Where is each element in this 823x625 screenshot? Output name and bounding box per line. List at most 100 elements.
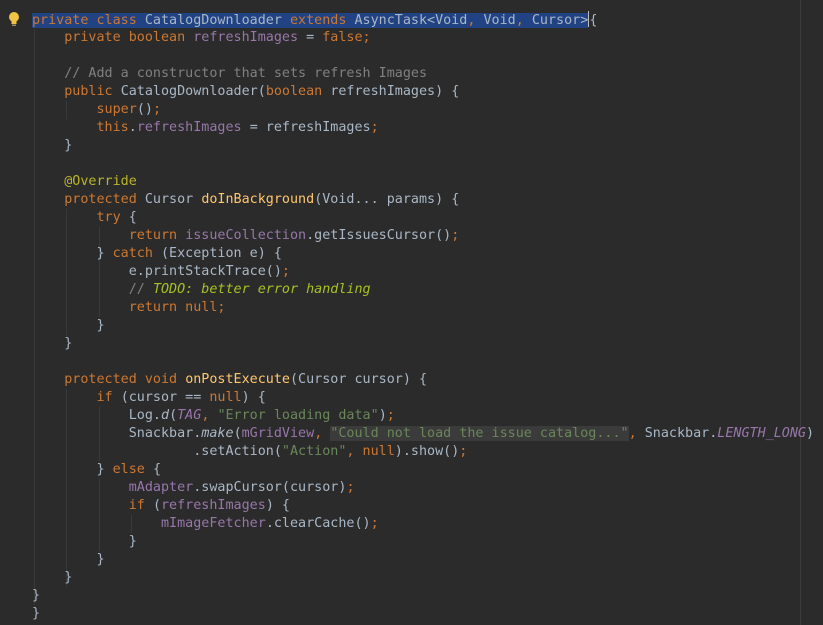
code-token: ,: [314, 426, 331, 441]
code-token: ;: [451, 228, 460, 243]
code-line[interactable]: @Override: [32, 173, 137, 191]
code-token: Void: [483, 13, 516, 28]
code-token: e.printStackTrace(): [32, 264, 282, 279]
code-token: issueCollection: [185, 228, 307, 243]
editor-gutter: [0, 0, 28, 625]
code-token: "Error loading data": [217, 408, 379, 423]
code-token: protected void: [64, 372, 186, 387]
code-token: //: [128, 282, 153, 297]
code-token: refreshImages: [193, 30, 307, 45]
code-line[interactable]: super();: [32, 101, 162, 119]
code-token: ): [378, 408, 387, 423]
code-token: (cursor ==: [120, 390, 210, 405]
code-token: ;: [281, 264, 290, 279]
code-line[interactable]: if (refreshImages) {: [32, 497, 290, 515]
code-line[interactable]: }: [32, 335, 72, 353]
code-token: {: [589, 13, 598, 28]
code-token: }: [32, 588, 41, 603]
code-token: .getIssuesCursor(): [306, 228, 452, 243]
code-line[interactable]: .setAction("Action", null).show();: [32, 443, 467, 461]
code-editor[interactable]: private class CatalogDownloader extends …: [0, 0, 823, 625]
code-token: try: [96, 210, 129, 225]
code-token: ,: [628, 426, 645, 441]
code-line[interactable]: }: [32, 551, 104, 569]
code-token: Cursor: [144, 192, 202, 207]
code-line[interactable]: Log.d(TAG, "Error loading data");: [32, 407, 395, 425]
code-line[interactable]: protected Cursor doInBackground(Void... …: [32, 191, 459, 209]
code-token: null: [362, 444, 395, 459]
code-token: }: [32, 606, 41, 621]
code-token: mAdapter: [128, 480, 194, 495]
code-line[interactable]: } else {: [32, 461, 161, 479]
code-token: =: [306, 30, 323, 45]
code-token: doInBackground: [201, 192, 315, 207]
code-token: else: [112, 462, 153, 477]
code-line[interactable]: Snackbar.make(mGridView, "Could not load…: [32, 425, 814, 443]
code-line[interactable]: e.printStackTrace();: [32, 263, 290, 281]
code-token: mGridView: [241, 426, 315, 441]
code-line[interactable]: }: [32, 569, 72, 587]
code-token: null: [209, 390, 242, 405]
code-token: public: [64, 84, 121, 99]
code-line[interactable]: private boolean refreshImages = false;: [32, 29, 370, 47]
code-line[interactable]: mImageFetcher.clearCache();: [32, 515, 379, 533]
lightbulb-icon[interactable]: [7, 11, 21, 27]
code-token: (: [152, 498, 161, 513]
code-token: {: [128, 210, 137, 225]
code-token: ;: [386, 408, 395, 423]
code-token: d: [161, 408, 170, 423]
code-line[interactable]: return issueCollection.getIssuesCursor()…: [32, 227, 460, 245]
code-line[interactable]: this.refreshImages = refreshImages;: [32, 119, 379, 137]
code-line[interactable]: mAdapter.swapCursor(cursor);: [32, 479, 355, 497]
code-token: Cursor>: [531, 13, 589, 28]
code-token: make: [201, 426, 234, 441]
code-token: ;: [370, 120, 379, 135]
code-token: private class: [32, 13, 145, 28]
code-token: TAG: [177, 408, 202, 423]
code-token: mImageFetcher: [161, 516, 266, 531]
code-line[interactable]: // TODO: better error handling: [32, 281, 371, 299]
code-token: ;: [346, 480, 355, 495]
code-line[interactable]: return null;: [32, 299, 226, 317]
code-line[interactable]: }: [32, 137, 72, 155]
code-line[interactable]: } catch (Exception e) {: [32, 245, 281, 263]
code-line[interactable]: }: [32, 587, 40, 605]
code-line[interactable]: public CatalogDownloader(boolean refresh…: [32, 83, 459, 101]
code-token: .: [128, 120, 137, 135]
code-token: .setAction(: [32, 444, 282, 459]
code-token: = refreshImages: [249, 120, 371, 135]
code-token: "Action": [281, 444, 347, 459]
code-token: refreshImages) {: [330, 84, 460, 99]
code-line[interactable]: }: [32, 605, 40, 623]
code-token: }: [32, 318, 105, 333]
code-token: CatalogDownloader(: [120, 84, 266, 99]
code-token: (): [136, 102, 153, 117]
code-line[interactable]: protected void onPostExecute(Cursor curs…: [32, 371, 427, 389]
code-token: ,: [467, 13, 484, 28]
code-token: CatalogDownloader: [144, 13, 290, 28]
code-token: "Could not load the issue catalog...": [330, 426, 629, 441]
code-line[interactable]: if (cursor == null) {: [32, 389, 266, 407]
code-line[interactable]: }: [32, 533, 137, 551]
code-token: ,: [201, 408, 218, 423]
code-token: (Void... params) {: [314, 192, 460, 207]
code-line[interactable]: try {: [32, 209, 137, 227]
code-token: protected: [64, 192, 145, 207]
code-line[interactable]: private class CatalogDownloader extends …: [32, 11, 597, 29]
code-token: }: [32, 246, 113, 261]
code-line[interactable]: // Add a constructor that sets refresh I…: [32, 65, 427, 83]
code-line[interactable]: }: [32, 317, 105, 335]
right-margin-guide: [800, 0, 801, 625]
code-token: LENGTH_LONG: [717, 426, 806, 441]
